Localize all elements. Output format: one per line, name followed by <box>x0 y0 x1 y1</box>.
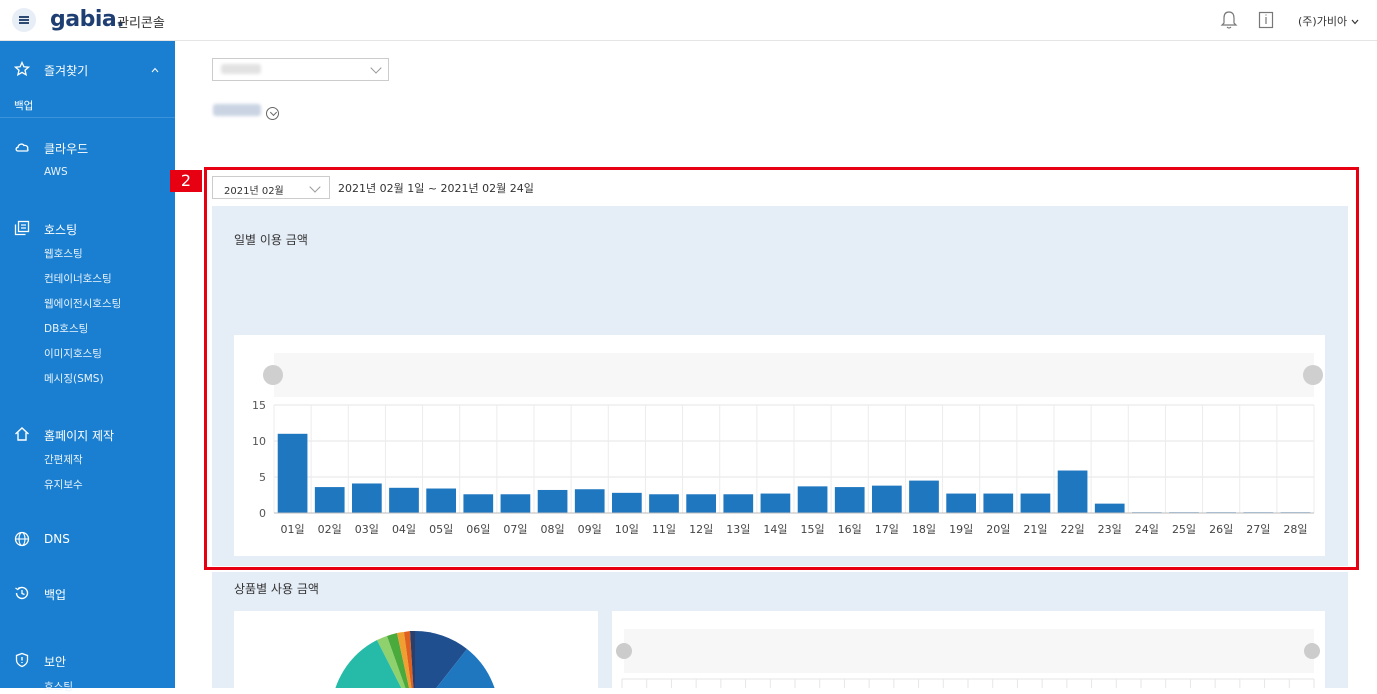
blurred-service-title <box>213 104 261 116</box>
top-bar: gabia. 관리콘솔 (주)가비아 <box>0 0 1377 41</box>
sidebar-item-label: 보안 <box>44 655 67 669</box>
sidebar-divider <box>0 117 175 118</box>
product-pie-chart <box>234 611 598 688</box>
company-account-menu[interactable]: (주)가비아 <box>1298 13 1359 29</box>
chevron-down-icon <box>370 62 382 74</box>
blurred-service-name <box>221 64 261 74</box>
product-bar-svg <box>616 629 1320 688</box>
zoom-left-handle[interactable] <box>616 643 632 659</box>
cloud-icon <box>15 143 29 152</box>
product-pie-svg <box>335 630 495 688</box>
manual-book-icon[interactable] <box>1258 11 1274 29</box>
sidebar-sub-db-hosting[interactable]: DB호스팅 <box>44 321 88 336</box>
expand-circle-icon[interactable] <box>266 107 279 120</box>
sidebar-item-label: 호스팅 <box>44 223 78 237</box>
annotation-number: 2 <box>170 170 202 192</box>
sidebar-sub-web-hosting[interactable]: 웹호스팅 <box>44 246 83 261</box>
sidebar-item-label: 홈페이지 제작 <box>44 429 115 443</box>
chevron-up-icon <box>151 67 159 73</box>
hamburger-menu-icon[interactable] <box>12 8 36 32</box>
console-title: 관리콘솔 <box>117 16 165 31</box>
gabia-logo[interactable]: gabia. <box>50 7 125 32</box>
sidebar-item-label: 즐겨찾기 <box>44 64 89 78</box>
sidebar-sub-image-hosting[interactable]: 이미지호스팅 <box>44 346 102 361</box>
sidebar-item-label: 클라우드 <box>44 142 89 156</box>
globe-icon <box>14 531 30 547</box>
chevron-down-icon <box>1351 19 1359 25</box>
company-name: (주)가비아 <box>1298 15 1348 28</box>
sidebar-item-label: 백업 <box>44 588 67 602</box>
zoom-right-handle[interactable] <box>1304 643 1320 659</box>
favorite-item-backup[interactable]: 백업 <box>14 98 189 113</box>
star-icon <box>14 61 30 77</box>
product-bar-grid <box>621 678 1315 688</box>
sidebar-sub-container-hosting[interactable]: 컨테이너호스팅 <box>44 271 112 286</box>
history-icon <box>15 586 29 600</box>
hosting-icon <box>14 220 30 236</box>
sidebar-sub-easy-build[interactable]: 간편제작 <box>44 452 83 467</box>
sidebar-sub-aws[interactable]: AWS <box>44 166 68 178</box>
home-icon <box>15 427 29 441</box>
sidebar-sub-sms[interactable]: 메시징(SMS) <box>44 371 104 386</box>
service-select[interactable] <box>212 58 389 81</box>
product-bar-chart <box>612 611 1325 688</box>
sidebar: 즐겨찾기 백업 클라우드 AWS 호스팅 웹호스팅 컨테이너호스팅 웹에이전시호… <box>0 41 175 693</box>
sidebar-sub-maintenance[interactable]: 유지보수 <box>44 477 83 492</box>
sidebar-item-label: DNS <box>44 532 70 546</box>
shield-icon <box>15 652 29 668</box>
zoom-range-track[interactable] <box>624 629 1314 673</box>
product-usage-title: 상품별 사용 금액 <box>234 582 319 596</box>
sidebar-sub-agency-hosting[interactable]: 웹에이전시호스팅 <box>44 296 121 311</box>
sidebar-sub-security-hosting[interactable]: 호스팅 <box>44 679 73 694</box>
annotation-highlight-box <box>204 167 1359 570</box>
notification-bell-icon[interactable] <box>1220 10 1238 30</box>
